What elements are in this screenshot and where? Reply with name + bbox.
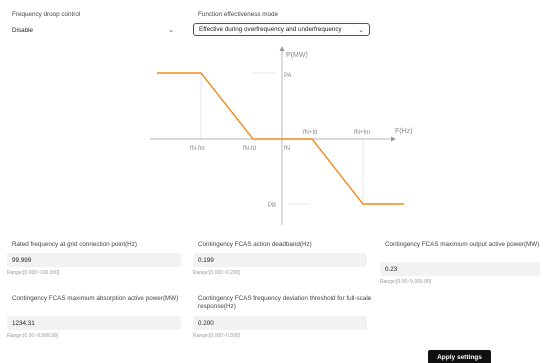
max-absorption-range: Range:[0.00~9,999.99] (7, 333, 59, 339)
droop-curve (157, 72, 404, 205)
tick-fn: fN (284, 146, 290, 152)
y-axis-label: P(MW) (286, 52, 308, 59)
rated-frequency-input[interactable]: 99.999 (7, 253, 181, 267)
tick-fn-plus-fd: fN+fd (303, 130, 318, 136)
x-axis-arrow (391, 136, 396, 142)
rated-frequency-range: Range:[0.000~100.000] (7, 270, 60, 276)
tick-fn-plus-fm: fN+fm (354, 130, 370, 136)
max-absorption-label: Contingency FCAS maximum absorption acti… (12, 295, 179, 302)
pb-label: PB (268, 203, 276, 209)
deviation-threshold-input[interactable]: 0.200 (193, 316, 367, 330)
deviation-threshold-range: Range:[0.000~0.500] (193, 333, 240, 339)
deadband-range: Range:[0.000~0.200] (193, 270, 240, 276)
deadband-label: Contingency FCAS action deadband(Hz) (198, 241, 312, 248)
pa-label: PA (284, 73, 292, 79)
tick-fn-minus-fm: fN-fm (190, 146, 205, 152)
tick-fn-minus-fd: fN-fd (243, 146, 256, 152)
rated-frequency-label: Rated frequency at grid connection point… (12, 241, 137, 248)
max-output-input[interactable]: 0.23 (380, 262, 540, 276)
max-absorption-input[interactable]: 1234.31 (7, 316, 181, 330)
max-output-range: Range:[0.00~9,999.99] (380, 279, 432, 285)
apply-settings-button[interactable]: Apply settings (428, 350, 491, 363)
deadband-input[interactable]: 0.199 (193, 253, 367, 267)
deviation-threshold-label: Contingency FCAS frequency deviation thr… (198, 295, 372, 310)
max-output-label: Contingency FCAS maximum output active p… (385, 241, 540, 248)
y-axis-arrow (279, 46, 285, 51)
x-axis-label: F(Hz) (395, 128, 413, 135)
